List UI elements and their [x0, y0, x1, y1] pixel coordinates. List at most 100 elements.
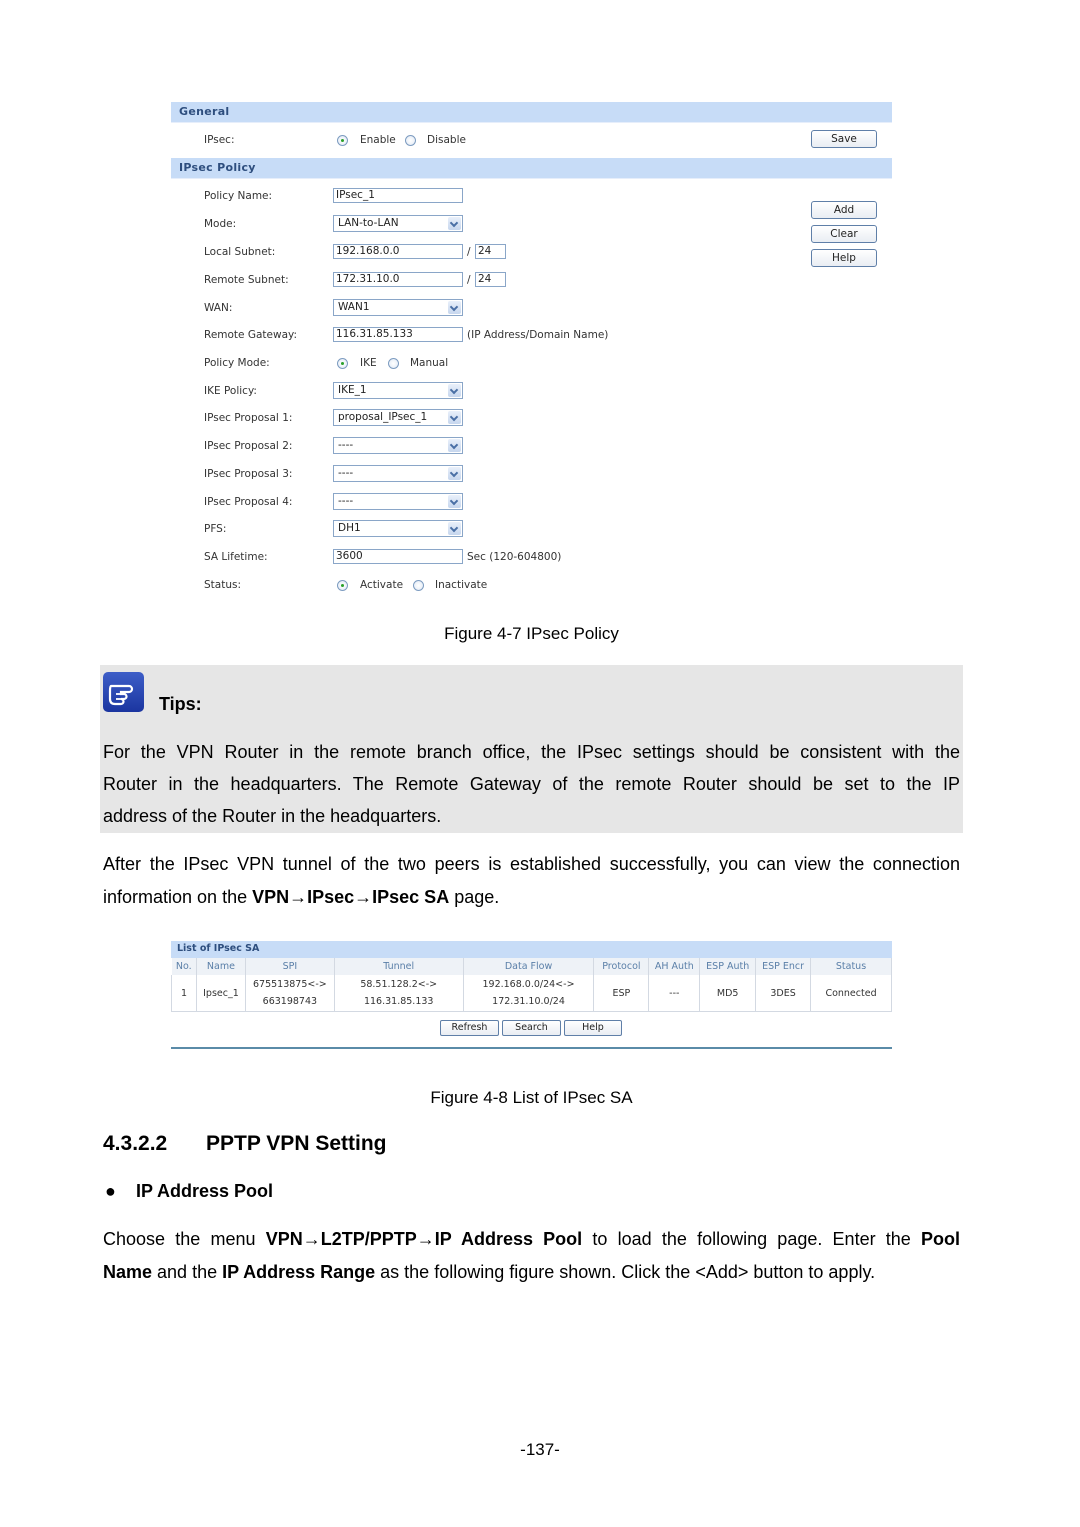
bullet-heading: ● IP Address Pool — [105, 1181, 274, 1201]
mode-label: Mode: — [204, 218, 237, 230]
remote-gateway-hint: (IP Address/Domain Name) — [467, 329, 609, 341]
tips-box: Tips: For the VPN Router in the remote b… — [100, 665, 963, 833]
chevron-down-icon — [448, 384, 461, 397]
body-paragraph-2-line-2: Name and the IP Address Range as the fol… — [103, 1262, 876, 1282]
column-header: Status — [810, 958, 892, 975]
help-button[interactable]: Help — [811, 249, 877, 267]
status-activate-label: Activate — [360, 579, 404, 591]
proposal-3-select[interactable]: ---- — [333, 465, 463, 482]
chevron-down-icon — [448, 495, 461, 508]
ipsec-sa-list-header: List of IPsec SA — [171, 941, 892, 958]
slash-separator: / — [467, 246, 471, 258]
ipsec-sa-table: No. Name SPI Tunnel Data Flow Protocol A… — [171, 958, 892, 1012]
tips-title: Tips: — [159, 694, 202, 714]
ike-policy-select[interactable]: IKE_1 — [333, 382, 463, 399]
tips-line-3: address of the Router in the headquarter… — [103, 806, 442, 826]
remote-subnet-mask-input[interactable]: 24 — [475, 272, 506, 287]
ipsec-sa-list-screenshot: List of IPsec SA No. Name SPI Tunnel Dat… — [171, 941, 892, 1012]
column-header: No. — [171, 958, 197, 975]
figure-4-7-caption: Figure 4-7 IPsec Policy — [444, 624, 619, 643]
ipsec-disable-radio[interactable] — [405, 135, 416, 146]
chevron-down-icon — [448, 439, 461, 452]
policy-name-input[interactable]: IPsec_1 — [333, 188, 463, 203]
wan-select[interactable]: WAN1 — [333, 299, 463, 316]
proposal-4-select[interactable]: ---- — [333, 493, 463, 510]
status-activate-radio[interactable] — [337, 580, 348, 591]
remote-subnet-input[interactable]: 172.31.10.0 — [333, 272, 463, 287]
policy-mode-manual-radio[interactable] — [388, 358, 399, 369]
ipsec-label: IPsec: — [204, 134, 235, 146]
local-subnet-input[interactable]: 192.168.0.0 — [333, 244, 463, 259]
proposal-1-select[interactable]: proposal_IPsec_1 — [333, 409, 463, 426]
cell-status: Connected — [810, 975, 892, 1012]
policy-mode-label: Policy Mode: — [204, 357, 270, 369]
remote-gateway-input[interactable]: 116.31.85.133 — [333, 327, 463, 342]
proposal-4-label: IPsec Proposal 4: — [204, 496, 293, 508]
ipsec-disable-label: Disable — [427, 134, 466, 146]
body-paragraph-1-line-1: After the IPsec VPN tunnel of the two pe… — [103, 854, 960, 874]
column-header: AH Auth — [648, 958, 701, 975]
chevron-down-icon — [448, 301, 461, 314]
cell-protocol: ESP — [593, 975, 650, 1012]
policy-name-label: Policy Name: — [204, 190, 273, 202]
bullet-icon: ● — [105, 1181, 116, 1201]
slash-separator: / — [467, 274, 471, 286]
ipsec-policy-section-header: IPsec Policy — [171, 158, 892, 179]
column-header: Tunnel — [334, 958, 464, 975]
policy-mode-manual-label: Manual — [410, 357, 449, 369]
policy-mode-ike-radio[interactable] — [337, 358, 348, 369]
cell-data-flow: 192.168.0.0/24<-> 172.31.10.0/24 — [463, 975, 595, 1012]
chevron-down-icon — [448, 411, 461, 424]
ike-policy-label: IKE Policy: — [204, 385, 257, 397]
page-number: -137- — [520, 1440, 560, 1459]
column-header: Name — [196, 958, 246, 975]
add-button[interactable]: Add — [811, 201, 877, 219]
help-button[interactable]: Help — [564, 1020, 622, 1036]
column-header: Data Flow — [463, 958, 595, 975]
proposal-2-label: IPsec Proposal 2: — [204, 440, 293, 452]
refresh-button[interactable]: Refresh — [440, 1020, 499, 1036]
local-subnet-mask-input[interactable]: 24 — [475, 244, 506, 259]
cell-name: Ipsec_1 — [196, 975, 246, 1012]
body-paragraph-1-line-2: information on the VPN→IPsec→IPsec SA pa… — [103, 887, 500, 907]
chevron-down-icon — [448, 467, 461, 480]
sa-lifetime-hint: Sec (120-604800) — [467, 551, 562, 563]
status-label: Status: — [204, 579, 241, 591]
sa-lifetime-input[interactable]: 3600 — [333, 549, 463, 564]
tips-line-1: For the VPN Router in the remote branch … — [103, 742, 960, 762]
divider — [171, 1047, 892, 1049]
figure-4-8-caption: Figure 4-8 List of IPsec SA — [430, 1088, 633, 1107]
tips-line-2: Router in the headquarters. The Remote G… — [103, 774, 960, 794]
pfs-select[interactable]: DH1 — [333, 520, 463, 537]
sa-lifetime-label: SA Lifetime: — [204, 551, 268, 563]
pfs-label: PFS: — [204, 523, 227, 535]
ipsec-enable-label: Enable — [360, 134, 396, 146]
proposal-2-select[interactable]: ---- — [333, 437, 463, 454]
clear-button[interactable]: Clear — [811, 225, 877, 243]
save-button[interactable]: Save — [811, 130, 877, 148]
body-paragraph-2-line-1: Choose the menu VPN→L2TP/PPTP→IP Address… — [103, 1229, 961, 1249]
cell-esp-encr: 3DES — [755, 975, 812, 1012]
policy-mode-ike-label: IKE — [360, 357, 377, 369]
status-inactivate-label: Inactivate — [435, 579, 488, 591]
cell-no: 1 — [171, 975, 197, 1012]
chevron-down-icon — [448, 217, 461, 230]
chevron-down-icon — [448, 522, 461, 535]
column-header: SPI — [245, 958, 335, 975]
cell-ah-auth: --- — [648, 975, 701, 1012]
table-header-row: No. Name SPI Tunnel Data Flow Protocol A… — [171, 958, 892, 975]
mode-select[interactable]: LAN-to-LAN — [333, 215, 463, 232]
pointing-hand-icon — [103, 672, 144, 712]
cell-tunnel: 58.51.128.2<-> 116.31.85.133 — [334, 975, 464, 1012]
wan-label: WAN: — [204, 302, 233, 314]
ipsec-enable-radio[interactable] — [337, 135, 348, 146]
remote-gateway-label: Remote Gateway: — [204, 329, 298, 341]
table-row: 1 Ipsec_1 675513875<-> 663198743 58.51.12… — [171, 975, 892, 1012]
proposal-1-label: IPsec Proposal 1: — [204, 412, 293, 424]
menu-path: VPN→IPsec→IPsec SA — [252, 887, 450, 907]
ipsec-policy-screenshot: General IPsec: Enable Disable Save IPsec… — [171, 102, 892, 598]
status-inactivate-radio[interactable] — [413, 580, 424, 591]
local-subnet-label: Local Subnet: — [204, 246, 276, 258]
search-button[interactable]: Search — [502, 1020, 561, 1036]
general-section-header: General — [171, 102, 892, 123]
